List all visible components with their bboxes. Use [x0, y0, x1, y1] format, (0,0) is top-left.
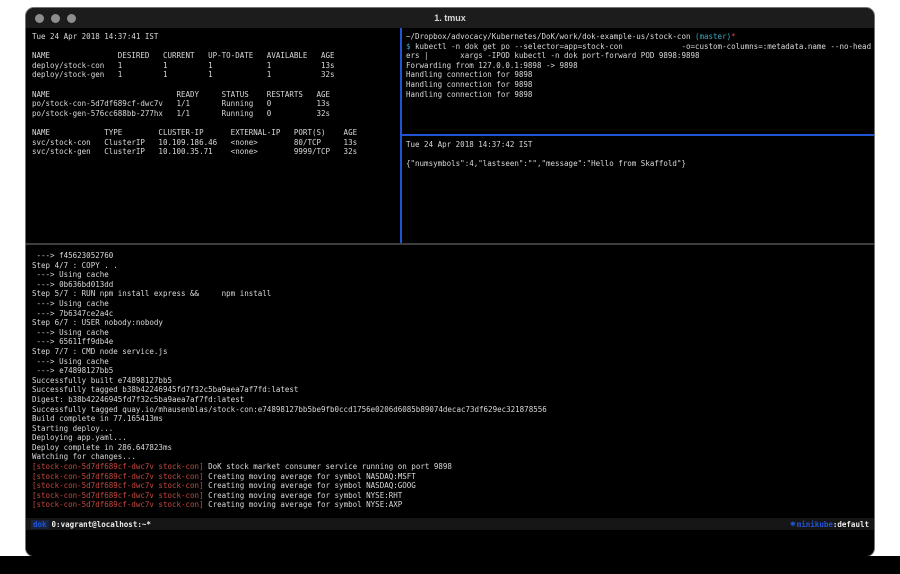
tmux-window-label[interactable]: 0:vagrant@localhost:~*: [52, 520, 151, 529]
window-titlebar[interactable]: 1. tmux: [26, 8, 874, 28]
terminal-line: ---> 65611ff9db4e: [32, 337, 874, 347]
terminal-line: ~/Dropbox/advocacy/Kubernetes/DoK/work/d…: [406, 32, 874, 42]
terminal-line: Handling connection for 9898: [406, 90, 874, 100]
terminal-line: Forwarding from 127.0.0.1:9898 -> 9898: [406, 61, 874, 71]
terminal-line: Successfully built e74898127bb5: [32, 376, 874, 386]
terminal-line: [32, 80, 400, 90]
terminal-line: Step 5/7 : RUN npm install express && np…: [32, 289, 874, 299]
terminal-line: [406, 150, 874, 160]
terminal-line: NAME READY STATUS RESTARTS AGE: [32, 90, 400, 100]
terminal-line: ---> e74898127bb5: [32, 366, 874, 376]
pane-skaffold-probe[interactable]: Tue 24 Apr 2018 14:37:42 IST {"numsymbol…: [402, 136, 874, 243]
terminal-line: NAME DESIRED CURRENT UP-TO-DATE AVAILABL…: [32, 51, 400, 61]
kube-namespace-label: :default: [833, 520, 869, 529]
terminal-line: [32, 42, 400, 52]
terminal-line: Deploying app.yaml...: [32, 433, 874, 443]
terminal-line: Starting deploy...: [32, 424, 874, 434]
terminal-line: Successfully tagged quay.io/mhausenblas/…: [32, 405, 874, 415]
minimize-button[interactable]: [51, 14, 60, 23]
terminal-line: Digest: b38b42246945fd7f32c5ba9aea7af7fd…: [32, 395, 874, 405]
pane-port-forward[interactable]: ~/Dropbox/advocacy/Kubernetes/DoK/work/d…: [402, 28, 874, 134]
terminal-line: ---> 7b6347ce2a4c: [32, 309, 874, 319]
terminal-line: ---> 0b636bd013dd: [32, 280, 874, 290]
terminal-line: Successfully tagged b38b42246945fd7f32c5…: [32, 385, 874, 395]
kube-context-label: minikube: [797, 520, 833, 529]
terminal-line: [stock-con-5d7df689cf-dwc7v stock-con] D…: [32, 462, 874, 472]
tmux-status-bar: dok 0:vagrant@localhost:~* ⎈ minikube :d…: [26, 518, 874, 530]
terminal-line: ers | xargs -IPOD kubectl -n dok port-fo…: [406, 51, 874, 61]
terminal-line: Watching for changes...: [32, 452, 874, 462]
kubernetes-helm-icon: ⎈: [790, 520, 796, 529]
terminal-line: ---> Using cache: [32, 270, 874, 280]
terminal-line: [stock-con-5d7df689cf-dwc7v stock-con] C…: [32, 500, 874, 510]
terminal-line: po/stock-gen-576cc688bb-277hx 1/1 Runnin…: [32, 109, 400, 119]
traffic-lights: [35, 14, 76, 23]
terminal-line: {"numsymbols":4,"lastseen":"","message":…: [406, 159, 874, 169]
terminal-line: Step 4/7 : COPY . .: [32, 261, 874, 271]
close-button[interactable]: [35, 14, 44, 23]
terminal-content: Tue 24 Apr 2018 14:37:41 IST NAME DESIRE…: [26, 28, 874, 556]
bottom-black-bar: [0, 556, 900, 574]
terminal-line: $ kubectl -n dok get po --selector=app=s…: [406, 42, 874, 52]
terminal-line: Handling connection for 9898: [406, 70, 874, 80]
terminal-line: ---> f45623052760: [32, 251, 874, 261]
window-title: 1. tmux: [26, 13, 874, 23]
terminal-line: [32, 118, 400, 128]
terminal-line: NAME TYPE CLUSTER-IP EXTERNAL-IP PORT(S)…: [32, 128, 400, 138]
terminal-line: [stock-con-5d7df689cf-dwc7v stock-con] C…: [32, 472, 874, 482]
pane-kubectl-watch[interactable]: Tue 24 Apr 2018 14:37:41 IST NAME DESIRE…: [26, 28, 400, 243]
terminal-line: deploy/stock-con 1 1 1 1 13s: [32, 61, 400, 71]
terminal-line: ---> Using cache: [32, 357, 874, 367]
terminal-line: Step 6/7 : USER nobody:nobody: [32, 318, 874, 328]
pane-build-log[interactable]: ---> f45623052760Step 4/7 : COPY . . ---…: [26, 245, 874, 518]
terminal-line: Tue 24 Apr 2018 14:37:42 IST: [406, 140, 874, 150]
terminal-line: Step 7/7 : CMD node service.js: [32, 347, 874, 357]
terminal-line: [stock-con-5d7df689cf-dwc7v stock-con] C…: [32, 481, 874, 491]
terminal-line: Handling connection for 9898: [406, 80, 874, 90]
terminal-line: po/stock-con-5d7df689cf-dwc7v 1/1 Runnin…: [32, 99, 400, 109]
terminal-line: Deploy complete in 286.647823ms: [32, 443, 874, 453]
terminal-line: ---> Using cache: [32, 328, 874, 338]
terminal-line: deploy/stock-gen 1 1 1 1 32s: [32, 70, 400, 80]
tmux-session-name: dok: [31, 520, 49, 529]
terminal-line: ---> Using cache: [32, 299, 874, 309]
terminal-line: Tue 24 Apr 2018 14:37:41 IST: [32, 32, 400, 42]
zoom-button[interactable]: [67, 14, 76, 23]
terminal-line: svc/stock-con ClusterIP 10.109.186.46 <n…: [32, 138, 400, 148]
terminal-line: Build complete in 77.165413ms: [32, 414, 874, 424]
terminal-line: [stock-con-5d7df689cf-dwc7v stock-con] C…: [32, 491, 874, 501]
terminal-line: svc/stock-gen ClusterIP 10.100.35.71 <no…: [32, 147, 400, 157]
terminal-window: 1. tmux Tue 24 Apr 2018 14:37:41 IST NAM…: [26, 8, 874, 556]
